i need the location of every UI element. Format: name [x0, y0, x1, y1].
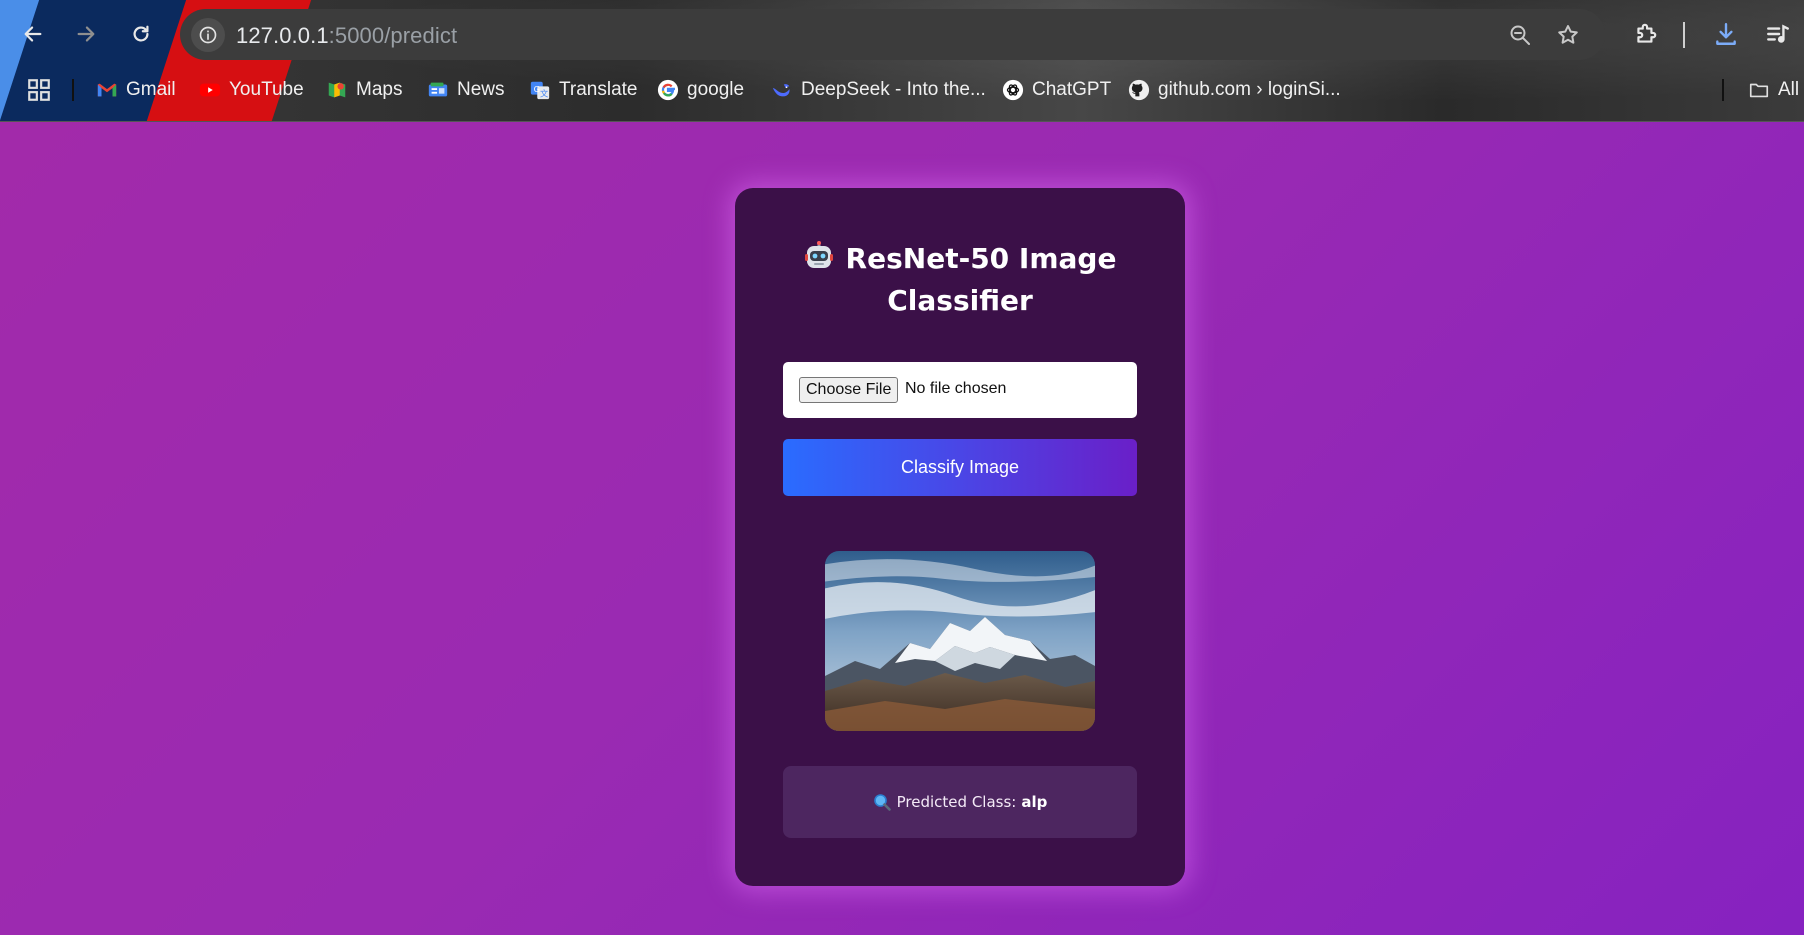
page-body: ResNet-50 Image Classifier Choose File No…	[0, 121, 1804, 935]
bookmarks-bar: Gmail YouTube Maps News G文 Translate goo…	[0, 70, 1804, 110]
site-info-button[interactable]	[191, 18, 225, 52]
bookmark-label: Maps	[356, 79, 403, 100]
downloads-button[interactable]	[1710, 18, 1742, 50]
classifier-card: ResNet-50 Image Classifier Choose File No…	[735, 188, 1185, 886]
result-label: Predicted Class:	[896, 793, 1017, 811]
url-path: :5000/predict	[328, 23, 458, 48]
bookmark-separator	[1722, 79, 1724, 101]
forward-button[interactable]	[66, 14, 106, 54]
page-title: ResNet-50 Image Classifier	[775, 238, 1145, 322]
download-icon	[1716, 23, 1736, 45]
choose-file-button[interactable]: Choose File	[799, 377, 899, 403]
address-bar[interactable]: 127.0.0.1:5000/predict	[180, 9, 1605, 60]
news-icon	[427, 79, 449, 101]
bookmark-label: DeepSeek - Into the...	[801, 79, 986, 100]
reload-icon	[133, 25, 149, 42]
bookmark-label: News	[457, 79, 505, 100]
youtube-icon	[199, 79, 221, 101]
bookmark-label: github.com › loginSi...	[1158, 79, 1341, 100]
bookmark-translate[interactable]: G文 Translate	[529, 75, 638, 105]
apps-grid-button[interactable]	[26, 77, 52, 103]
svg-text:G: G	[534, 84, 540, 94]
all-bookmarks-label: All	[1778, 79, 1800, 100]
zoom-button[interactable]	[1506, 21, 1534, 49]
url-host: 127.0.0.1	[236, 23, 329, 48]
arrow-left-icon	[24, 26, 42, 42]
bookmark-google[interactable]: google	[657, 75, 744, 105]
extensions-button[interactable]	[1630, 18, 1662, 50]
github-icon	[1128, 79, 1150, 101]
maps-icon	[326, 79, 348, 101]
title-line-2: Classifier	[887, 284, 1033, 317]
magnifier-icon	[873, 793, 891, 811]
media-controls-button[interactable]	[1762, 18, 1794, 50]
url-text[interactable]: 127.0.0.1:5000/predict	[236, 23, 457, 49]
svg-text:文: 文	[540, 88, 548, 98]
prediction-result: Predicted Class: alp	[783, 766, 1137, 838]
file-input[interactable]: Choose File No file chosen	[783, 362, 1137, 418]
gmail-icon	[96, 79, 118, 101]
bookmark-maps[interactable]: Maps	[326, 75, 402, 105]
bookmark-label: Translate	[559, 79, 638, 100]
arrow-right-icon	[77, 26, 95, 42]
result-value: alp	[1021, 793, 1048, 811]
all-bookmarks-button[interactable]: All	[1748, 75, 1799, 105]
browser-chrome: 127.0.0.1:5000/predict Gmail YouTube Map…	[0, 0, 1804, 121]
translate-icon: G文	[529, 79, 551, 101]
grid-icon	[28, 79, 50, 101]
bookmark-gmail[interactable]: Gmail	[96, 75, 176, 105]
google-icon	[657, 79, 679, 101]
bookmark-deepseek[interactable]: DeepSeek - Into the...	[771, 75, 986, 105]
star-icon	[1558, 25, 1578, 44]
bookmark-github[interactable]: github.com › loginSi...	[1128, 75, 1341, 105]
playlist-icon	[1767, 24, 1789, 43]
file-status-text: No file chosen	[905, 380, 1007, 397]
back-button[interactable]	[13, 14, 53, 54]
puzzle-icon	[1637, 23, 1657, 43]
chatgpt-icon	[1002, 79, 1024, 101]
bookmark-label: google	[687, 79, 745, 100]
bookmark-label: Gmail	[126, 79, 176, 100]
bookmark-chatgpt[interactable]: ChatGPT	[1002, 75, 1111, 105]
toolbar-separator	[1683, 22, 1685, 48]
deepseek-icon	[771, 79, 793, 101]
bookmark-separator	[72, 79, 74, 101]
reload-button[interactable]	[121, 14, 161, 54]
info-icon	[199, 26, 217, 44]
zoom-out-icon	[1510, 25, 1530, 45]
folder-icon	[1748, 79, 1770, 101]
bookmark-label: YouTube	[229, 79, 304, 100]
bookmark-youtube[interactable]: YouTube	[199, 75, 304, 105]
title-line-1: ResNet-50 Image	[845, 242, 1117, 275]
bookmark-star-button[interactable]	[1554, 21, 1582, 49]
uploaded-image-preview	[825, 551, 1095, 731]
robot-icon	[804, 241, 834, 271]
bookmark-news[interactable]: News	[427, 75, 505, 105]
classify-image-button[interactable]: Classify Image	[783, 439, 1137, 496]
bookmark-label: ChatGPT	[1032, 79, 1112, 100]
